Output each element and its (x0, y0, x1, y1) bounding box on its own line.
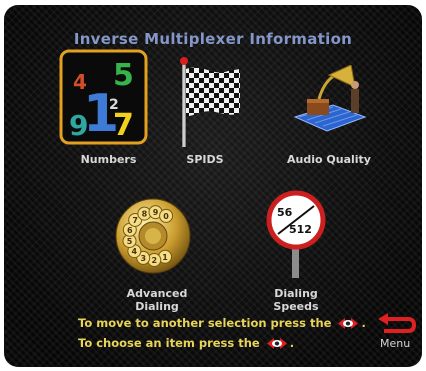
tv-screen: Inverse Multiplexer Information 4 5 1 9 … (4, 5, 422, 367)
dialing-speeds-tile[interactable]: 56 512 (266, 190, 326, 278)
dial-digit: 7 (132, 216, 138, 225)
dial-digit: 2 (151, 256, 157, 265)
spids-tile[interactable] (174, 53, 246, 149)
dial-digit: 0 (163, 212, 169, 221)
dial-digit: 8 (142, 210, 148, 219)
dial-digit: 4 (132, 247, 138, 256)
menu-back-button[interactable]: Menu (376, 311, 417, 357)
dial-digit: 3 (140, 254, 146, 263)
rotary-dial-icon: 12345 678 9 0 (115, 198, 191, 274)
move-instruction: To move to another selection press the . (78, 316, 366, 330)
checkered-flag-icon (180, 57, 240, 147)
choose-instruction: To choose an item press the . (78, 336, 295, 350)
dialing-speeds-label: Dialing Speeds (254, 287, 338, 313)
svg-text:56: 56 (277, 206, 293, 219)
dialing-speeds-label-line1: Dialing (274, 287, 318, 300)
dial-digit: 9 (153, 208, 159, 217)
advanced-dialing-label-line1: Advanced (126, 287, 188, 300)
advanced-dialing-label: Advanced Dialing (108, 287, 206, 313)
audio-quality-label: Audio Quality (287, 153, 371, 166)
move-instruction-text: To move to another selection press the (78, 316, 332, 330)
dial-digit: 5 (127, 237, 133, 246)
advanced-dialing-tile[interactable]: 12345 67890 (114, 197, 192, 275)
select-key-icon (266, 338, 287, 349)
svg-text:7: 7 (113, 108, 134, 143)
audio-quality-tile[interactable] (289, 64, 369, 135)
choose-instruction-text: To choose an item press the (78, 336, 260, 350)
page-title: Inverse Multiplexer Information (73, 30, 353, 48)
numbers-tile[interactable]: 4 5 1 9 2 7 (59, 49, 148, 145)
numbers-label: Numbers (80, 153, 137, 166)
numbers-icon: 4 5 1 9 2 7 (59, 49, 148, 145)
svg-text:512: 512 (289, 223, 312, 236)
back-arrow-icon (378, 313, 417, 333)
dial-digit: 6 (127, 226, 133, 235)
arrow-keys-icon (338, 318, 359, 329)
advanced-dialing-label-line2: Dialing (135, 300, 179, 313)
dial-digit: 1 (162, 253, 168, 262)
menu-label: Menu (380, 337, 411, 350)
speed-sign-icon: 56 512 (266, 190, 326, 278)
dialing-speeds-label-line2: Speeds (273, 300, 319, 313)
gramophone-icon (293, 64, 367, 132)
spids-label: SPIDS (186, 153, 224, 166)
svg-text:9: 9 (69, 109, 88, 142)
